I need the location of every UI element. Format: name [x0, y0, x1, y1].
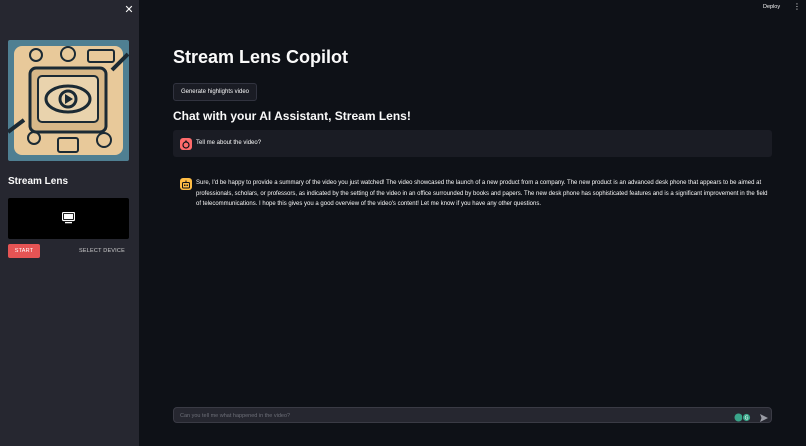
start-button[interactable]: START — [8, 244, 40, 258]
send-icon[interactable] — [759, 410, 769, 422]
assistant-avatar-icon — [180, 178, 192, 190]
deploy-button[interactable]: Deploy — [763, 4, 780, 10]
chat-message-assistant: Sure, I'd be happy to provide a summary … — [173, 170, 772, 220]
monitor-icon — [61, 211, 76, 229]
page-title: Stream Lens Copilot — [173, 47, 349, 67]
sidebar: ✕ Stream Lens START SELECT DEVICE — [0, 0, 139, 446]
user-message-text: Tell me about the video? — [196, 140, 262, 146]
svg-text:G: G — [745, 416, 749, 422]
close-icon[interactable]: ✕ — [123, 4, 135, 16]
chat-message-user: Tell me about the video? — [173, 130, 772, 157]
vertical-dots-icon[interactable]: ⋮ — [793, 3, 801, 11]
generate-highlights-button[interactable]: Generate highlights video — [173, 83, 257, 101]
grammar-extension-icon[interactable]: G — [734, 409, 752, 422]
chat-input[interactable] — [178, 409, 722, 423]
select-device-button[interactable]: SELECT DEVICE — [72, 244, 132, 258]
app-logo — [8, 40, 129, 161]
video-preview — [8, 198, 129, 239]
chat-input-container: G — [173, 407, 772, 423]
user-avatar-icon — [180, 138, 192, 150]
chat-heading: Chat with your AI Assistant, Stream Lens… — [173, 109, 411, 123]
assistant-message-text: Sure, I'd be happy to provide a summary … — [196, 180, 768, 207]
sidebar-title: Stream Lens — [8, 176, 69, 187]
